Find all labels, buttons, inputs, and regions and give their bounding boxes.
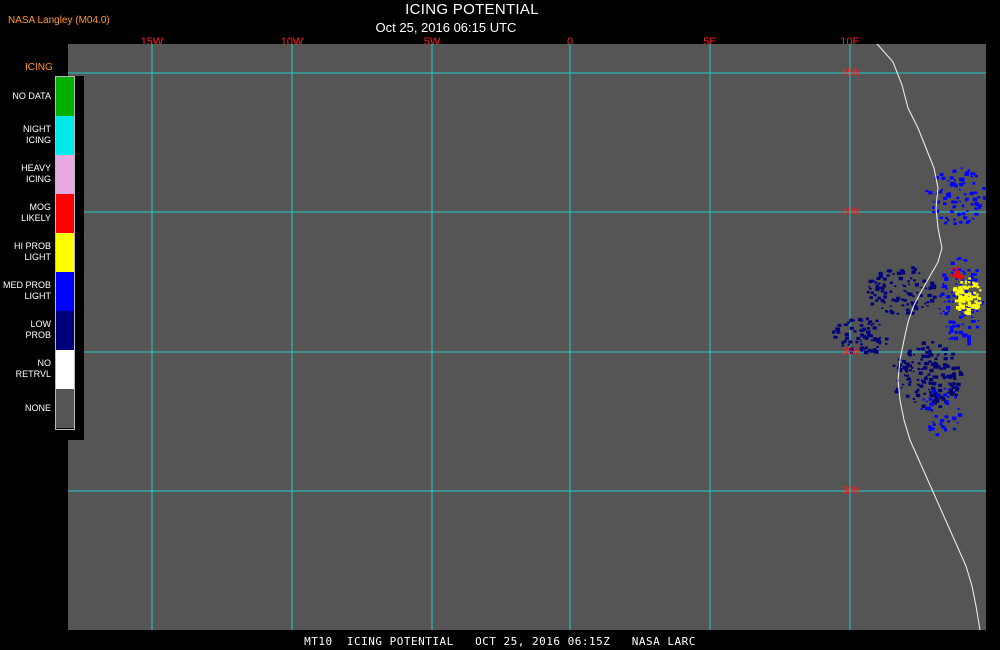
latitude-label: 30N [841, 485, 861, 497]
legend-label: HEAVY ICING [21, 163, 51, 184]
footer-caption: MT10 ICING POTENTIAL OCT 25, 2016 06:15Z… [304, 635, 696, 648]
legend-label: NONE [24, 402, 51, 413]
legend-swatch [56, 233, 74, 272]
legend-swatch [56, 194, 74, 233]
legend-label: LOW PROB [25, 319, 51, 340]
icing-legend: NO DATA NIGHT ICING HEAVY ICING MOG LIKELY H… [0, 76, 84, 440]
latitude-label: 45N [841, 67, 861, 79]
legend-swatch [56, 311, 74, 350]
map-canvas [68, 44, 986, 630]
latitude-label: 35N [841, 346, 861, 358]
product-title: ICING POTENTIAL [405, 1, 539, 18]
legend-label: MOG LIKELY [21, 202, 51, 223]
legend-title: ICING [25, 62, 53, 73]
legend-swatch [56, 350, 74, 389]
legend-label: HI PROB LIGHT [13, 241, 51, 262]
legend-label: MED PROB LIGHT [2, 280, 51, 301]
legend-swatch [56, 272, 74, 311]
satellite-map[interactable] [68, 44, 986, 630]
timestamp-subtitle: Oct 25, 2016 06:15 UTC [375, 20, 517, 35]
legend-label: NO RETRVL [15, 358, 51, 379]
legend-swatch [56, 116, 74, 155]
legend-label: NIGHT ICING [23, 124, 51, 145]
legend-label: NO DATA [12, 90, 51, 101]
legend-swatch [56, 77, 74, 116]
legend-swatch [56, 389, 74, 428]
legend-swatch [56, 155, 74, 194]
latitude-label: 40N [841, 206, 861, 218]
